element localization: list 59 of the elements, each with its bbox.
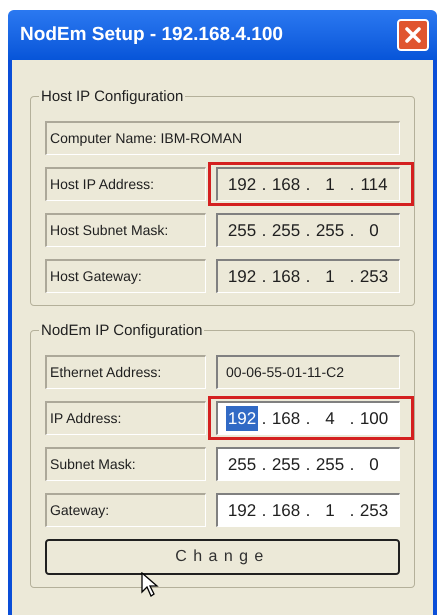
- dot-separator: .: [260, 174, 268, 196]
- dot-separator: .: [304, 266, 312, 288]
- dot-separator: .: [304, 454, 312, 476]
- ip-octet: 255: [226, 220, 258, 242]
- ip-octet: 192: [226, 174, 258, 196]
- computer-name-text: Computer Name: IBM-ROMAN: [45, 121, 400, 155]
- ip-octet: 192: [226, 266, 258, 288]
- field-label: IP Address:: [45, 401, 206, 435]
- ethernet-address-text: 00-06-55-01-11-C2: [226, 363, 344, 382]
- ip-octet: 255: [270, 220, 302, 242]
- ip-octet[interactable]: 255: [314, 452, 346, 478]
- dot-separator: .: [304, 500, 312, 522]
- field-label: Subnet Mask:: [45, 447, 206, 481]
- field-label: Ethernet Address:: [45, 355, 206, 389]
- dot-separator: .: [348, 500, 356, 522]
- ip-octet[interactable]: 192: [226, 406, 258, 432]
- dot-separator: .: [260, 408, 268, 430]
- dot-separator: .: [304, 174, 312, 196]
- dot-separator: .: [260, 500, 268, 522]
- ip-octet[interactable]: 4: [314, 406, 346, 432]
- field-label: Host Gateway:: [45, 259, 206, 293]
- ip-octet[interactable]: 255: [226, 452, 258, 478]
- dot-separator: .: [348, 266, 356, 288]
- window-title: NodEm Setup - 192.168.4.100: [20, 22, 283, 47]
- close-icon: [404, 26, 422, 44]
- close-button[interactable]: [397, 19, 429, 51]
- dot-separator: .: [348, 454, 356, 476]
- ip-octet: 253: [358, 266, 390, 288]
- ip-octet[interactable]: 255: [270, 452, 302, 478]
- ip-octet: 168: [270, 266, 302, 288]
- ip-octet[interactable]: 0: [358, 452, 390, 478]
- ip-octet[interactable]: 100: [358, 406, 390, 432]
- dot-separator: .: [304, 220, 312, 242]
- ip-address-field[interactable]: 192 . 168 . 1 . 253: [216, 493, 400, 527]
- dot-separator: .: [260, 266, 268, 288]
- dot-separator: .: [260, 454, 268, 476]
- field-label: Gateway:: [45, 493, 206, 527]
- dot-separator: .: [304, 408, 312, 430]
- ip-octet[interactable]: 192: [226, 498, 258, 524]
- dot-separator: .: [348, 408, 356, 430]
- ip-octet: 114: [359, 174, 389, 196]
- ip-address-field[interactable]: 255 . 255 . 255 . 0: [216, 447, 400, 481]
- ip-octet: 1: [324, 174, 336, 196]
- ip-octet[interactable]: 253: [358, 498, 390, 524]
- ip-address-field[interactable]: 192 . 168 . 4 . 100: [216, 401, 400, 435]
- dot-separator: .: [348, 220, 356, 242]
- dot-separator: .: [260, 220, 268, 242]
- ip-octet: 0: [368, 220, 380, 242]
- ip-octet[interactable]: 168: [270, 406, 302, 432]
- change-button[interactable]: Change: [45, 539, 400, 575]
- field-label: Host IP Address:: [45, 167, 206, 201]
- ip-octet: 168: [270, 174, 302, 196]
- ip-octet[interactable]: 1: [314, 498, 346, 524]
- ip-octet: 1: [324, 266, 336, 288]
- ip-octet[interactable]: 168: [270, 498, 302, 524]
- cursor-icon: [141, 572, 159, 598]
- ip-octet: 255: [314, 220, 346, 242]
- field-label: Host Subnet Mask:: [45, 213, 206, 247]
- dot-separator: .: [348, 174, 356, 196]
